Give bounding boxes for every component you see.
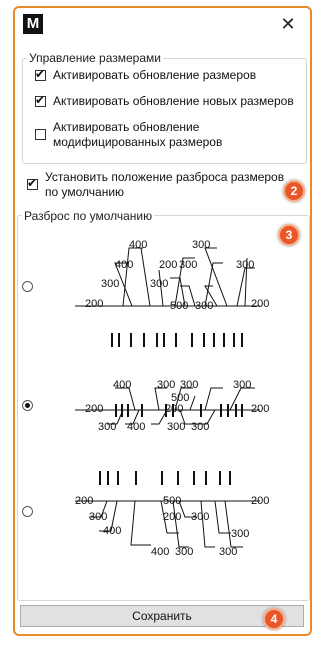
spread-2-label-200-left: 200 xyxy=(85,403,103,415)
close-icon[interactable]: ✕ xyxy=(278,14,298,34)
spread-3-label-200-left: 200 xyxy=(75,495,93,507)
spread-option-3-diagram[interactable]: 200 300 400 500 200 200 300 400 300 300 … xyxy=(55,463,295,568)
spread-2-label-200-mid: 200 xyxy=(165,403,183,415)
spread-3-label-500: 500 xyxy=(163,495,181,507)
spread-1-label-300-left: 300 xyxy=(101,278,119,290)
spread-2-label-300-c: 300 xyxy=(233,379,251,391)
spread-2-label-400-low: 400 xyxy=(127,421,145,433)
activate-size-update-label: Активировать обновление размеров xyxy=(53,68,257,82)
set-default-position-label-line1: Установить положение разброса размеров xyxy=(45,170,285,184)
spread-1-label-300-low: 300 xyxy=(195,300,213,312)
spread-option-1-radio[interactable] xyxy=(22,281,33,292)
step-badge-2: 2 xyxy=(283,180,305,202)
set-default-position-label-line2: по умолчанию xyxy=(45,185,125,199)
spread-3-label-300-b: 300 xyxy=(191,511,209,523)
spread-option-1-diagram[interactable]: 400 400 200 300 300 300 300 300 300 500 … xyxy=(55,228,295,358)
activate-new-size-update-label: Активировать обновление новых размеров xyxy=(53,94,294,108)
spread-2-label-300-a: 300 xyxy=(157,379,175,391)
set-default-position-checkbox[interactable] xyxy=(27,176,38,191)
spread-1-label-500: 500 xyxy=(170,300,188,312)
spread-3-label-200-right: 200 xyxy=(251,495,269,507)
spread-1-label-400-left: 400 xyxy=(115,259,133,271)
spread-3-label-300-e: 300 xyxy=(219,546,237,558)
spread-2-label-200-right: 200 xyxy=(251,403,269,415)
spread-2-label-300-e: 300 xyxy=(167,421,185,433)
dialog-window: M ✕ Управление размерами Активировать об… xyxy=(13,6,312,636)
activate-size-update-checkbox[interactable] xyxy=(35,67,46,82)
spread-1-label-400-top: 400 xyxy=(129,239,147,251)
size-management-title: Управление размерами xyxy=(27,51,163,65)
spread-option-2-diagram[interactable]: 400 200 300 300 300 500 200 200 300 400 … xyxy=(55,368,295,448)
save-button[interactable]: Сохранить xyxy=(20,605,304,627)
spread-3-label-200-mid: 200 xyxy=(163,511,181,523)
app-logo-icon: M xyxy=(23,14,43,34)
spread-3-label-300-a: 300 xyxy=(89,511,107,523)
spread-1-label-300-center: 300 xyxy=(150,278,168,290)
step-badge-4: 4 xyxy=(263,608,285,630)
spread-1-label-300-mid: 300 xyxy=(179,259,197,271)
spread-1-label-200-mid: 200 xyxy=(159,259,177,271)
spread-option-3-radio[interactable] xyxy=(22,506,33,517)
activate-new-size-update-checkbox[interactable] xyxy=(35,93,46,108)
spread-1-label-200-left: 200 xyxy=(85,298,103,310)
spread-3-label-400-a: 400 xyxy=(103,525,121,537)
spread-3-label-400-b: 400 xyxy=(151,546,169,558)
spread-3-label-300-d: 300 xyxy=(231,528,249,540)
spread-option-2-radio[interactable] xyxy=(22,400,33,411)
spread-3-label-300-c: 300 xyxy=(175,546,193,558)
title-bar: M ✕ xyxy=(15,8,310,40)
spread-1-label-300-right: 300 xyxy=(236,259,254,271)
activate-modified-size-update-label-line1: Активировать обновление xyxy=(53,120,200,134)
spread-2-label-300-d: 300 xyxy=(98,421,116,433)
spread-1-label-300-top: 300 xyxy=(192,239,210,251)
spread-2-label-300-f: 300 xyxy=(191,421,209,433)
spread-2-label-400: 400 xyxy=(113,379,131,391)
activate-modified-size-update-checkbox[interactable] xyxy=(35,129,46,140)
activate-modified-size-update-label-line2: модифицированных размеров xyxy=(53,135,223,149)
default-spread-title: Разброс по умолчанию xyxy=(22,209,155,223)
spread-2-label-300-b: 300 xyxy=(180,379,198,391)
spread-1-label-200-right: 200 xyxy=(251,298,269,310)
